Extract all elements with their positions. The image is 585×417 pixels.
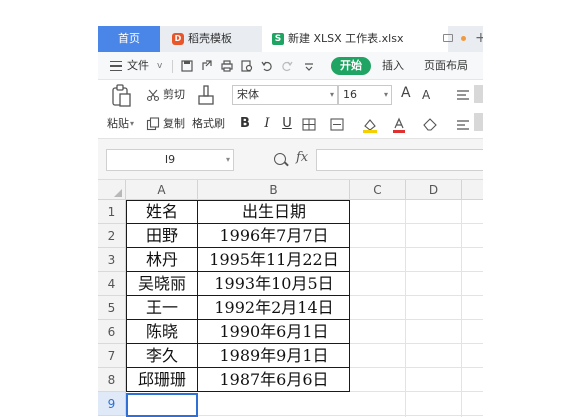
paste-icon[interactable] (110, 84, 132, 108)
font-name-select[interactable]: 宋体 ▾ (232, 85, 338, 105)
select-all-corner[interactable] (98, 180, 126, 200)
chevron-down-icon: ▾ (383, 90, 388, 99)
row-header-4[interactable]: 4 (98, 272, 126, 296)
scissors-icon (146, 89, 160, 102)
notification-dot-icon (461, 36, 466, 41)
scroll-handle[interactable] (474, 85, 483, 103)
cell-a8[interactable]: 邱珊珊 (126, 368, 198, 392)
export-icon[interactable] (200, 59, 214, 73)
column-header-row: A B C D (98, 180, 483, 200)
font-name-value: 宋体 (237, 88, 259, 101)
redo-icon[interactable] (280, 59, 294, 73)
docer-logo-icon: D (172, 33, 184, 45)
row-header-8[interactable]: 8 (98, 368, 126, 392)
zoom-icon[interactable] (274, 153, 286, 165)
column-header-d[interactable]: D (406, 180, 462, 200)
formula-bar: I9 ▾ fx (98, 138, 483, 180)
copy-icon (146, 117, 160, 131)
menu-bar: 文件 v 开始 插入 页面布局 (98, 52, 483, 80)
menu-icon[interactable] (110, 61, 122, 71)
chevron-down-icon[interactable]: ▾ (226, 149, 230, 171)
cell-a4[interactable]: 吴晓丽 (126, 272, 198, 296)
file-menu[interactable]: 文件 (127, 52, 149, 80)
underline-button[interactable]: U (280, 116, 294, 132)
bold-button[interactable]: B (238, 116, 252, 132)
cell-b6[interactable]: 1990年6月1日 (198, 320, 350, 344)
align-top-icon[interactable] (456, 89, 470, 101)
spreadsheet-app-window: 首页 D 稻壳模板 S 新建 XLSX 工作表.xlsx + 文件 v 开始 插… (98, 26, 483, 417)
cell-a6[interactable]: 陈晓 (126, 320, 198, 344)
selected-cell-outline (126, 393, 198, 417)
print-icon[interactable] (220, 59, 234, 73)
cell-b5[interactable]: 1992年2月14日 (198, 296, 350, 320)
font-color-icon[interactable] (392, 117, 406, 133)
row-header-9[interactable]: 9 (98, 392, 126, 416)
customize-toolbar-icon[interactable] (302, 59, 316, 73)
save-icon[interactable] (180, 59, 194, 73)
cell-b1[interactable]: 出生日期 (198, 200, 350, 224)
undo-icon[interactable] (260, 59, 274, 73)
increase-font-size-button[interactable]: A (401, 86, 411, 100)
tab-home[interactable]: 首页 (98, 26, 160, 52)
format-painter-icon[interactable] (196, 84, 216, 108)
row-header-3[interactable]: 3 (98, 248, 126, 272)
chevron-down-icon: ▾ (329, 90, 334, 99)
chevron-down-icon[interactable]: v (157, 52, 162, 80)
tab-page-layout[interactable]: 页面布局 (424, 52, 468, 80)
tab-label: 稻壳模板 (188, 32, 232, 45)
tab-start[interactable]: 开始 (331, 57, 371, 75)
print-preview-icon[interactable] (240, 59, 254, 73)
tab-label: 新建 XLSX 工作表.xlsx (288, 32, 404, 45)
monitor-icon[interactable] (443, 34, 453, 42)
divider (172, 60, 173, 73)
cell-a1[interactable]: 姓名 (126, 200, 198, 224)
fx-icon[interactable]: fx (296, 150, 308, 165)
column-header-a[interactable]: A (126, 180, 198, 200)
row-header-5[interactable]: 5 (98, 296, 126, 320)
row-header-6[interactable]: 6 (98, 320, 126, 344)
clear-format-icon[interactable] (422, 117, 438, 131)
name-box[interactable]: I9 (106, 149, 234, 171)
cell-b2[interactable]: 1996年7月7日 (198, 224, 350, 248)
column-header-b[interactable]: B (198, 180, 350, 200)
font-size-select[interactable]: 16 ▾ (338, 85, 392, 105)
fill-color-icon[interactable] (362, 117, 378, 133)
gridline (405, 200, 406, 417)
borders-icon[interactable] (302, 118, 316, 131)
cell-a2[interactable]: 田野 (126, 224, 198, 248)
tab-active-workbook[interactable]: S 新建 XLSX 工作表.xlsx (262, 26, 448, 52)
cell-b3[interactable]: 1995年11月22日 (198, 248, 350, 272)
tab-insert[interactable]: 插入 (382, 52, 404, 80)
ribbon-toolbar: 粘贴 ▾ 剪切 复制 格式刷 宋体 ▾ 16 ▾ A A B I U (98, 81, 483, 138)
cell-a7[interactable]: 李久 (126, 344, 198, 368)
sheet-grid[interactable]: A B C D 1 2 3 4 5 6 7 8 9 姓名 出生日期 田野 1996年7月7日 林丹 1995… (98, 180, 483, 417)
merge-cells-icon[interactable] (330, 118, 346, 131)
cell-a5[interactable]: 王一 (126, 296, 198, 320)
cell-b4[interactable]: 1993年10月5日 (198, 272, 350, 296)
spreadsheet-icon: S (272, 33, 284, 45)
scroll-handle[interactable] (474, 113, 483, 131)
align-left-icon[interactable] (456, 119, 470, 131)
row-header-2[interactable]: 2 (98, 224, 126, 248)
italic-button[interactable]: I (260, 116, 274, 132)
new-tab-icon[interactable]: + (475, 30, 483, 46)
paste-button[interactable]: 粘贴 (107, 117, 129, 131)
cell-b7[interactable]: 1989年9月1日 (198, 344, 350, 368)
decrease-font-size-button[interactable]: A (422, 88, 430, 102)
cell-a3[interactable]: 林丹 (126, 248, 198, 272)
row-header-7[interactable]: 7 (98, 344, 126, 368)
tab-bar: 首页 D 稻壳模板 S 新建 XLSX 工作表.xlsx + (98, 26, 483, 52)
column-header-c[interactable]: C (350, 180, 406, 200)
cut-button[interactable]: 剪切 (163, 88, 185, 102)
copy-button[interactable]: 复制 (163, 117, 185, 131)
tab-docer-templates[interactable]: D 稻壳模板 (162, 26, 260, 52)
cell-b8[interactable]: 1987年6月6日 (198, 368, 350, 392)
row-header-1[interactable]: 1 (98, 200, 126, 224)
chevron-down-icon[interactable]: ▾ (130, 117, 134, 131)
formula-input[interactable] (316, 149, 483, 171)
format-painter-button[interactable]: 格式刷 (192, 117, 225, 131)
font-size-value: 16 (343, 88, 357, 101)
gridline (461, 200, 462, 417)
